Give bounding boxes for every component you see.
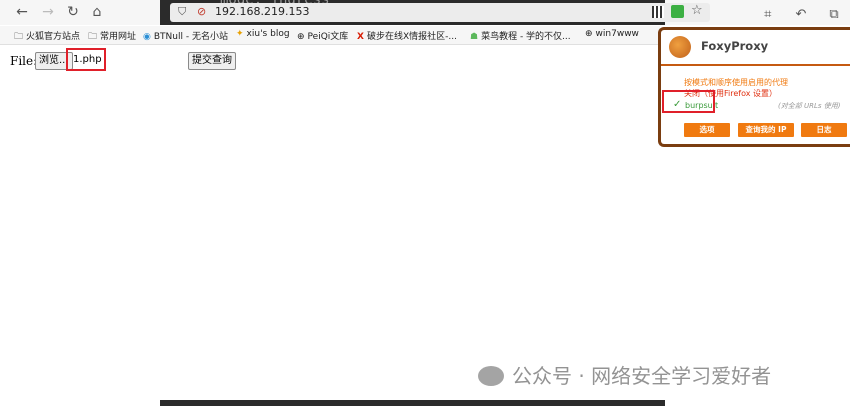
submit-query-button[interactable]: 提交查询 <box>188 52 236 70</box>
log-button[interactable]: 日志 <box>801 123 847 137</box>
fox-logo-icon <box>669 36 691 58</box>
crop-icon[interactable]: ⌗ <box>760 7 776 22</box>
folder-icon: 🗀 <box>88 32 98 42</box>
globe-icon: ⊕ <box>585 29 593 39</box>
globe-icon: ⊕ <box>297 32 305 42</box>
foxyproxy-toolbar-icon[interactable] <box>671 5 684 18</box>
bookmark-item[interactable]: ☗ 菜鸟教程 - 学的不仅... <box>470 29 571 42</box>
reload-icon[interactable]: ↻ <box>65 4 81 20</box>
spark-icon: ✦ <box>236 29 244 39</box>
foxyproxy-title: FoxyProxy <box>701 39 769 53</box>
browser-toolbar: mode: ingress ← → ↻ ⌂ ⛉ ⊘ 192.168.219.15… <box>0 0 850 25</box>
bt-icon: ◉ <box>143 32 151 42</box>
bookmark-item[interactable]: ⊕ win7www <box>585 29 639 39</box>
home-icon[interactable]: ⌂ <box>89 4 105 20</box>
bookmark-item[interactable]: ⊕ PeiQi文库 <box>297 29 348 42</box>
mode-use-enabled-proxies[interactable]: 按模式和顺序使用启用的代理 <box>684 77 788 88</box>
toolbar-right-icons: ⌗ ↶ ⧉ <box>748 3 842 22</box>
bookmark-item[interactable]: ✦ xiu's blog <box>236 29 290 39</box>
undo-icon[interactable]: ↶ <box>793 7 809 22</box>
url-bar[interactable]: ⛉ ⊘ 192.168.219.153 ☆ <box>170 3 710 22</box>
bookmark-item[interactable]: 🗀 火狐官方站点 <box>14 29 80 45</box>
file-label: File: <box>10 54 38 68</box>
qr-code-icon[interactable] <box>652 6 664 18</box>
proxy-note: (对全部 URLs 使用) <box>778 102 841 110</box>
options-button[interactable]: 选项 <box>684 123 730 137</box>
extensions-icon[interactable]: ⧉ <box>826 7 842 22</box>
browser-window: mode: ingress ← → ↻ ⌂ ⛉ ⊘ 192.168.219.15… <box>0 0 850 406</box>
bookmark-item[interactable]: ◉ BTNull - 无名小站 <box>143 29 228 42</box>
foxyproxy-header: FoxyProxy <box>661 30 850 66</box>
insecure-lock-icon[interactable]: ⊘ <box>197 5 206 18</box>
runoob-icon: ☗ <box>470 32 479 42</box>
forward-icon[interactable]: → <box>40 4 56 20</box>
watermark: 公众号 · 网络安全学习爱好者 <box>478 360 771 389</box>
foxyproxy-popup: FoxyProxy 按模式和顺序使用启用的代理 关闭（使用Firefox 设置）… <box>658 27 850 147</box>
url-text[interactable]: 192.168.219.153 <box>215 5 309 18</box>
what-is-my-ip-button[interactable]: 查询我的 IP <box>738 123 794 137</box>
folder-icon: 🗀 <box>14 32 24 42</box>
filename-highlight-box <box>66 48 106 71</box>
bookmark-item[interactable]: X 破步在线X情报社区-... <box>357 29 457 42</box>
background-terminal-bottom <box>160 400 665 406</box>
bookmark-star-icon[interactable]: ☆ <box>691 3 703 18</box>
bookmarks-bar: 🗀 火狐官方站点 🗀 常用网址 ◉ BTNull - 无名小站 ✦ xiu's blog… <box>0 26 660 45</box>
x-icon: X <box>357 32 364 42</box>
shield-icon[interactable]: ⛉ <box>178 5 186 19</box>
back-icon[interactable]: ← <box>14 4 30 20</box>
proxy-highlight-box <box>662 90 715 113</box>
bookmark-item[interactable]: 🗀 常用网址 <box>88 29 136 45</box>
wechat-icon <box>478 366 504 386</box>
